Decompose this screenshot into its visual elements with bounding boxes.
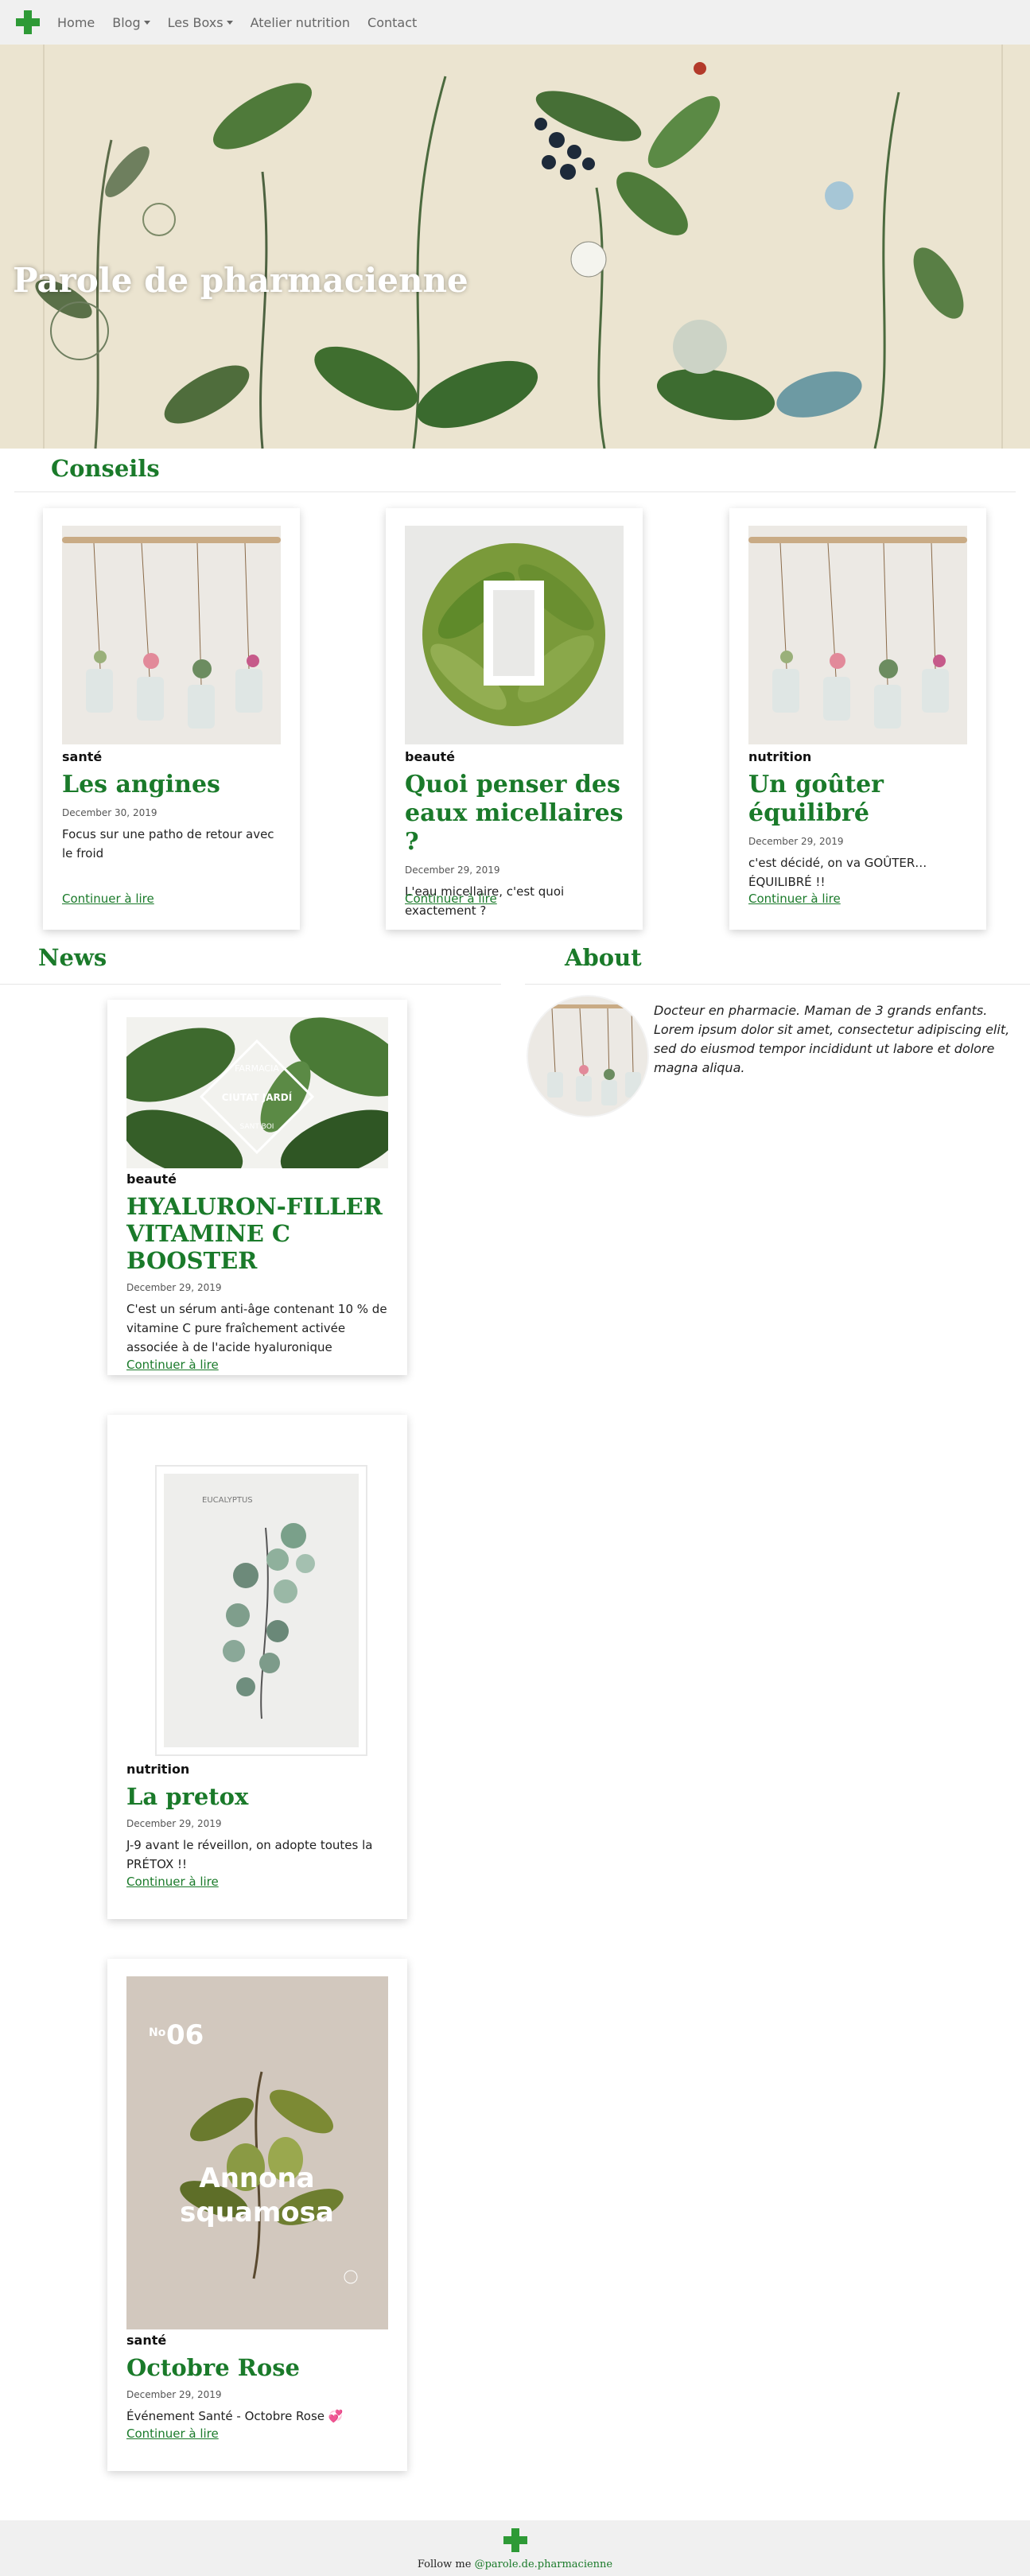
image-text-annona: Annona [199,2162,314,2194]
conseils-heading: Conseils [51,455,160,482]
nav-contact[interactable]: Contact [367,15,417,30]
card-image-leaves-frame [405,526,624,744]
card-title[interactable]: Quoi penser des eaux micellaires ? [405,771,624,857]
navbar: Home Blog Les Boxs Atelier nutrition Con… [0,0,1030,45]
hero-banner: Parole de pharmacienne [0,45,1030,449]
image-text-farmacia: FARMACIA [235,1063,279,1074]
image-text-no: No [149,2026,166,2039]
conseils-section: Conseils santé Les angines December 30, … [0,449,1030,938]
image-text-sant-boi: SANT BOI [240,1123,274,1131]
card-image-leaves-logo: FARMACIA CIUTAT JARDÍ SANT BOI [126,1017,388,1168]
image-text-squamosa: squamosa [180,2197,334,2228]
card-date: December 29, 2019 [126,1818,222,1829]
card-excerpt: Événement Santé - Octobre Rose 💞 [126,2409,344,2423]
card-title[interactable]: HYALURON-FILLER VITAMINE C BOOSTER [126,1193,388,1274]
card-excerpt: C'est un sérum anti-âge contenant 10 % d… [126,1302,387,1354]
footer: Follow me @parole.de.pharmacienne [0,2520,1030,2576]
farmacia-logo-image: FARMACIA CIUTAT JARDÍ SANT BOI [126,1017,388,1168]
avatar [528,997,647,1116]
news-about-section: News About Docteur en pharmacie. Maman d… [0,938,1030,2520]
news-heading: News [38,944,107,971]
eucalyptus-poster-image: EUCALYPTUS [126,1432,388,1758]
card-excerpt: J-9 avant le réveillon, on adopte toutes… [126,1838,373,1871]
about-divider [525,984,1030,985]
caret-down-icon [226,20,233,25]
pharmacy-cross-logo [503,2528,527,2552]
news-divider [0,984,501,985]
card-excerpt: Focus sur une patho de retour avec le fr… [62,827,274,861]
card-title[interactable]: Octobre Rose [126,2354,388,2381]
conseils-card-eaux-micellaires: beauté Quoi penser des eaux micellaires … [386,508,643,930]
card-date: December 29, 2019 [748,836,844,847]
nav-atelier-nutrition[interactable]: Atelier nutrition [251,15,350,30]
read-more-link[interactable]: Continuer à lire [405,892,497,906]
nav-blog-label: Blog [112,14,141,30]
card-image-annona: No 06 Annona squamosa [126,1976,388,2329]
news-card-octobre-rose: No 06 Annona squamosa santé Octobre Rose… [107,1959,407,2471]
card-category: beauté [126,1171,177,1187]
image-text-ciutat-jardi: CIUTAT JARDÍ [222,1091,293,1103]
image-text-06: 06 [166,2019,204,2051]
read-more-link[interactable]: Continuer à lire [748,892,841,906]
card-category: beauté [405,749,455,764]
read-more-link[interactable]: Continuer à lire [126,1875,219,1889]
read-more-link[interactable]: Continuer à lire [126,2426,219,2441]
avatar-vases-image [528,997,647,1116]
card-date: December 29, 2019 [405,864,500,876]
hanging-vases-image [62,526,281,744]
nav-les-boxs-label: Les Boxs [167,14,223,30]
nav-blog-dropdown[interactable]: Blog [112,15,150,30]
conseils-card-gouter: nutrition Un goûter équilibré December 2… [729,508,986,930]
card-category: santé [62,749,103,764]
card-title[interactable]: Les angines [62,771,281,799]
news-card-pretox: EUCALYPTUS nutrition La pretox December … [107,1415,407,1919]
card-title[interactable]: Un goûter équilibré [748,771,967,828]
hanging-vases-image [748,526,967,744]
card-title[interactable]: La pretox [126,1783,388,1810]
card-image-eucalyptus: EUCALYPTUS [126,1432,388,1758]
card-date: December 30, 2019 [62,807,157,818]
footer-follow: Follow me @parole.de.pharmacienne [0,2559,1030,2570]
card-image-hanging-vases [748,526,967,744]
card-excerpt: c'est décidé, on va GOÛTER… ÉQUILIBRÉ !! [748,856,927,889]
footer-prefix: Follow me [417,2559,472,2570]
pharmacy-cross-logo[interactable] [16,10,40,34]
card-date: December 29, 2019 [126,2389,222,2400]
card-category: santé [126,2333,167,2348]
card-category: nutrition [126,1762,190,1777]
card-date: December 29, 2019 [126,1282,222,1293]
about-text: Docteur en pharmacie. Maman de 3 grands … [654,1003,1010,1075]
card-category: nutrition [748,749,812,764]
caret-down-icon [143,20,150,25]
nav-les-boxs-dropdown[interactable]: Les Boxs [168,15,233,30]
nav-home[interactable]: Home [57,15,95,30]
leaves-frame-image [405,526,624,744]
conseils-card-angines: santé Les angines December 30, 2019 Focu… [43,508,300,930]
annona-poster-image: No 06 Annona squamosa [126,1976,388,2329]
about-heading: About [565,944,642,971]
hero-title: Parole de pharmacienne [13,261,468,300]
read-more-link[interactable]: Continuer à lire [126,1358,219,1372]
instagram-handle-link[interactable]: @parole.de.pharmacienne [475,2559,613,2570]
card-image-hanging-vases [62,526,281,744]
news-card-hyaluron: FARMACIA CIUTAT JARDÍ SANT BOI beauté HY… [107,1000,407,1375]
botanical-illustration [0,45,1030,449]
image-text-eucalyptus: EUCALYPTUS [202,1496,253,1505]
read-more-link[interactable]: Continuer à lire [62,892,154,906]
